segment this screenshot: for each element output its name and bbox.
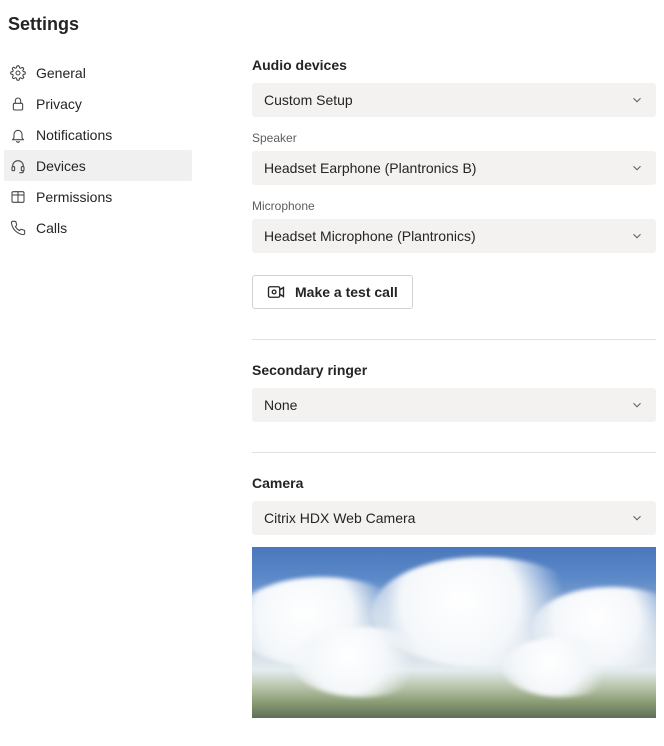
sidebar-item-privacy[interactable]: Privacy bbox=[4, 88, 192, 119]
audio-devices-heading: Audio devices bbox=[252, 57, 656, 73]
chevron-down-icon bbox=[630, 511, 644, 525]
microphone-select[interactable]: Headset Microphone (Plantronics) bbox=[252, 219, 656, 253]
headset-icon bbox=[10, 158, 26, 174]
sidebar-item-calls[interactable]: Calls bbox=[4, 212, 192, 243]
sidebar-item-label: Devices bbox=[36, 158, 86, 174]
key-icon bbox=[10, 189, 26, 205]
sidebar-item-devices[interactable]: Devices bbox=[4, 150, 192, 181]
section-divider bbox=[252, 452, 656, 453]
sidebar-item-label: Permissions bbox=[36, 189, 112, 205]
sidebar-item-label: Calls bbox=[36, 220, 67, 236]
audio-setup-select[interactable]: Custom Setup bbox=[252, 83, 656, 117]
settings-main: Audio devices Custom Setup Speaker Heads… bbox=[192, 57, 664, 718]
camera-select[interactable]: Citrix HDX Web Camera bbox=[252, 501, 656, 535]
make-test-call-button[interactable]: Make a test call bbox=[252, 275, 413, 309]
phone-icon bbox=[10, 220, 26, 236]
lock-icon bbox=[10, 96, 26, 112]
sidebar-item-general[interactable]: General bbox=[4, 57, 192, 88]
sidebar-item-label: General bbox=[36, 65, 86, 81]
chevron-down-icon bbox=[630, 229, 644, 243]
speaker-label: Speaker bbox=[252, 131, 656, 145]
microphone-label: Microphone bbox=[252, 199, 656, 213]
camera-value: Citrix HDX Web Camera bbox=[264, 510, 415, 526]
chevron-down-icon bbox=[630, 161, 644, 175]
page-title: Settings bbox=[0, 0, 664, 35]
secondary-ringer-heading: Secondary ringer bbox=[252, 362, 656, 378]
bell-icon bbox=[10, 127, 26, 143]
secondary-ringer-select[interactable]: None bbox=[252, 388, 656, 422]
sidebar-item-permissions[interactable]: Permissions bbox=[4, 181, 192, 212]
chevron-down-icon bbox=[630, 93, 644, 107]
secondary-ringer-value: None bbox=[264, 397, 297, 413]
test-call-icon bbox=[267, 283, 285, 301]
sidebar-item-label: Privacy bbox=[36, 96, 82, 112]
chevron-down-icon bbox=[630, 398, 644, 412]
speaker-select[interactable]: Headset Earphone (Plantronics B) bbox=[252, 151, 656, 185]
audio-setup-value: Custom Setup bbox=[264, 92, 353, 108]
speaker-value: Headset Earphone (Plantronics B) bbox=[264, 160, 476, 176]
settings-sidebar: General Privacy Notifications Devices Pe bbox=[0, 57, 192, 718]
sidebar-item-label: Notifications bbox=[36, 127, 112, 143]
make-test-call-label: Make a test call bbox=[295, 284, 398, 300]
gear-icon bbox=[10, 65, 26, 81]
camera-preview bbox=[252, 547, 656, 718]
section-divider bbox=[252, 339, 656, 340]
camera-heading: Camera bbox=[252, 475, 656, 491]
sidebar-item-notifications[interactable]: Notifications bbox=[4, 119, 192, 150]
microphone-value: Headset Microphone (Plantronics) bbox=[264, 228, 476, 244]
